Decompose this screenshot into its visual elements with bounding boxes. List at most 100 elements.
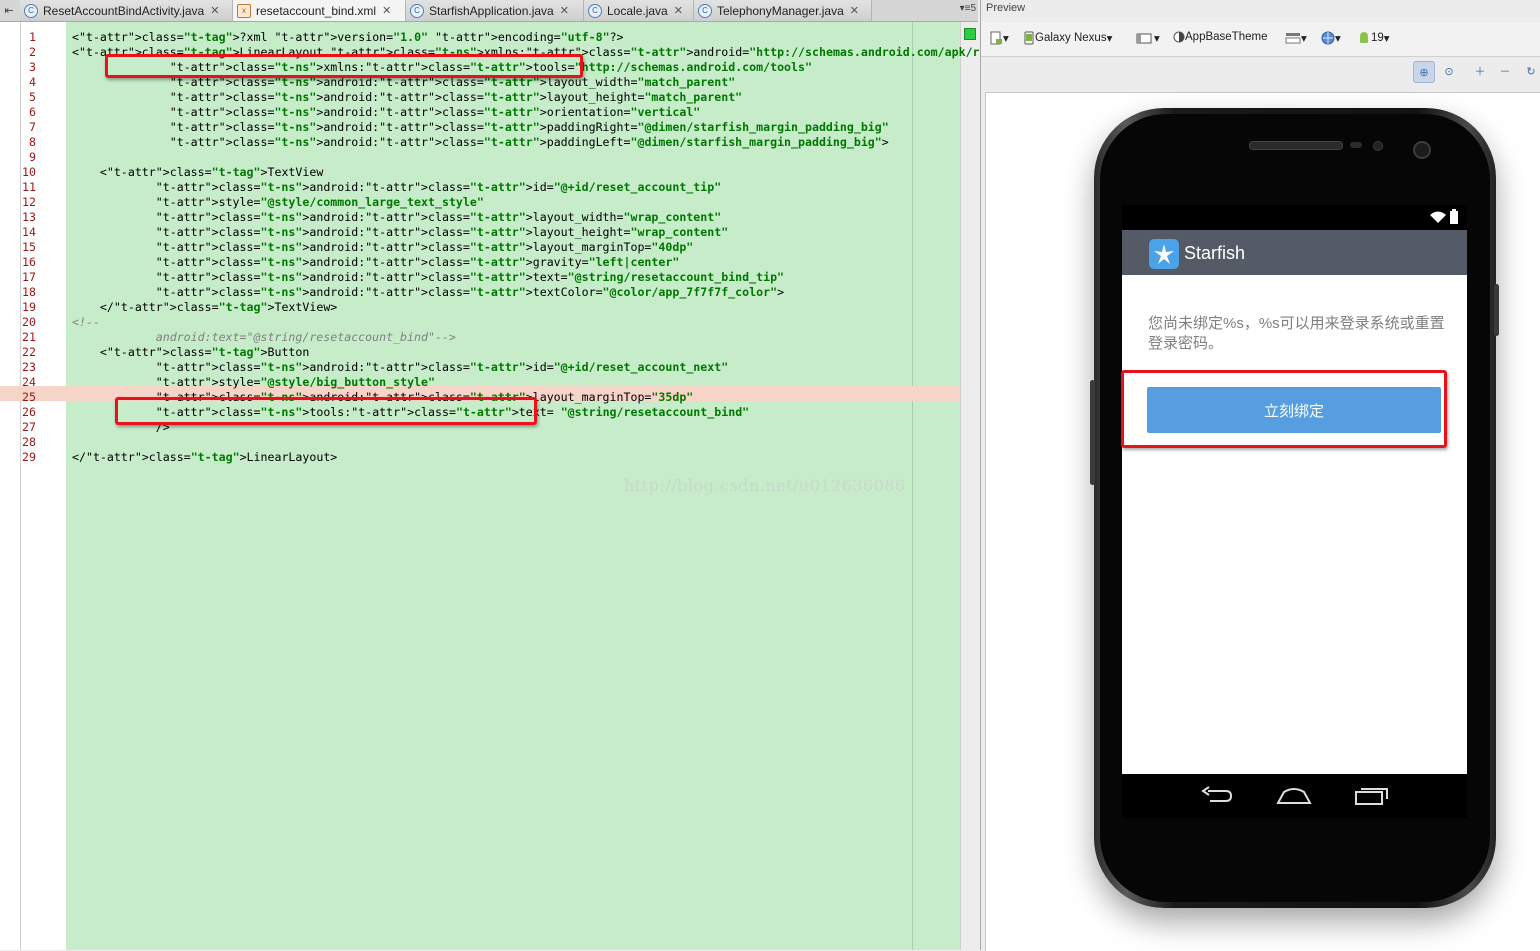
theme-icon [1173, 31, 1185, 43]
tab-telephony-manager[interactable]: C TelephonyManager.java ✕ [694, 0, 872, 21]
close-tab-icon[interactable]: ✕ [382, 4, 391, 17]
line-number: 18 [22, 285, 36, 299]
front-camera [1413, 141, 1431, 159]
tab-starfish-application[interactable]: C StarfishApplication.java ✕ [406, 0, 584, 21]
tab-scroll-left-icon[interactable]: ⇤ [0, 0, 18, 21]
code-line: "t-attr">class="t-ns">android:"t-attr">c… [169, 135, 889, 149]
refresh-icon[interactable]: ↻ [1521, 61, 1540, 81]
xml-code-editor[interactable]: 1 <"t-attr">class="t-tag">?xml "t-attr">v… [0, 22, 1056, 950]
close-tab-icon[interactable]: ✕ [850, 4, 859, 17]
code-line: "t-attr">class="t-ns">android:"t-attr">c… [155, 225, 729, 239]
earpiece-speaker [1249, 141, 1343, 150]
tab-overflow-menu[interactable]: ▾≡5 [960, 3, 976, 14]
close-tab-icon[interactable]: ✕ [560, 4, 569, 17]
line-number: 25 [22, 390, 36, 404]
watermark-text: http://blog.csdn.net/u012636086 [624, 476, 906, 495]
line-number: 7 [29, 120, 36, 134]
app-title: Starfish [1184, 243, 1246, 263]
code-line: <"t-attr">class="t-tag">Button [72, 345, 310, 359]
api-level-selector[interactable]: 19 ▾ [1357, 31, 1390, 45]
tab-reset-account-bind-activity[interactable]: C ResetAccountBindActivity.java ✕ [20, 0, 233, 21]
line-number: 2 [29, 45, 36, 59]
layout-icon [1285, 33, 1301, 44]
code-line: android:text="@string/resetaccount_bind"… [72, 330, 456, 344]
locale-selector[interactable]: ▾ [1321, 31, 1341, 45]
code-line: "t-attr">class="t-ns">android:"t-attr">c… [155, 270, 785, 284]
code-line: <!-- [72, 315, 100, 329]
theme-name: AppBaseTheme [1185, 31, 1268, 43]
zoom-actual-size-icon[interactable]: ⊙ [1439, 61, 1459, 81]
line-number: 3 [29, 60, 36, 74]
render-options-button[interactable]: ▾ [989, 31, 1009, 45]
inspection-ok-icon [964, 28, 976, 40]
theme-selector[interactable]: AppBaseTheme [1173, 31, 1267, 43]
document-icon [990, 31, 1002, 45]
tab-resetaccount-bind-xml[interactable]: x resetaccount_bind.xml ✕ [233, 0, 406, 21]
activity-selector[interactable]: ▾ [1285, 31, 1307, 45]
tab-label: resetaccount_bind.xml [256, 3, 377, 18]
line-number: 22 [22, 345, 36, 359]
code-line: </"t-attr">class="t-tag">TextView> [72, 300, 338, 314]
tab-label: TelephonyManager.java [717, 3, 844, 18]
tab-locale[interactable]: C Locale.java ✕ [584, 0, 694, 21]
device-screen: Starfish 您尚未绑定%s，%s可以用来登录系统或重置登录密码。 立刻绑定 [1122, 205, 1467, 774]
close-tab-icon[interactable]: ✕ [210, 4, 219, 17]
code-line: "t-attr">style="@style/big_button_style" [155, 375, 435, 389]
navigation-bar [1122, 774, 1467, 818]
error-stripe [960, 22, 979, 950]
code-line: "t-attr">class="t-ns">android:"t-attr">c… [169, 105, 701, 119]
line-number: 19 [22, 300, 36, 314]
line-number: 26 [22, 405, 36, 419]
status-bar [1122, 205, 1467, 230]
right-margin-guide [912, 22, 913, 950]
globe-icon [1321, 31, 1335, 45]
code-line: "t-attr">class="t-ns">android:"t-attr">c… [155, 255, 680, 269]
volume-button [1090, 380, 1095, 485]
device-selector[interactable]: Galaxy Nexus ▾ [1023, 31, 1112, 45]
tab-label: StarfishApplication.java [429, 3, 554, 18]
line-number: 14 [22, 225, 36, 239]
line-number: 21 [22, 330, 36, 344]
line-number: 16 [22, 255, 36, 269]
orientation-icon [1136, 33, 1152, 44]
close-tab-icon[interactable]: ✕ [674, 4, 683, 17]
preview-toolbar: ▾ Galaxy Nexus ▾ ▾ AppBaseTheme ▾ ▾ 19 ▾ [981, 22, 1540, 57]
orientation-selector[interactable]: ▾ [1136, 31, 1160, 45]
line-number: 27 [22, 420, 36, 434]
line-number: 10 [22, 165, 36, 179]
editor-tab-bar: ⇤ C ResetAccountBindActivity.java ✕ x re… [0, 0, 978, 22]
line-number: 23 [22, 360, 36, 374]
code-line: "t-attr">class="t-ns">android:"t-attr">c… [155, 360, 729, 374]
code-line: "t-attr">class="t-ns">android:"t-attr">c… [169, 90, 743, 104]
action-bar: Starfish [1122, 230, 1467, 275]
highlight-box-tools-text [115, 397, 537, 425]
line-number: 12 [22, 195, 36, 209]
line-number: 28 [22, 435, 36, 449]
code-line: "t-attr">style="@style/common_large_text… [155, 195, 484, 209]
java-class-icon: C [588, 3, 602, 18]
line-number: 17 [22, 270, 36, 284]
java-class-icon: C [24, 3, 38, 18]
light-sensor [1373, 141, 1383, 151]
line-number: 6 [29, 105, 36, 119]
line-number: 4 [29, 75, 36, 89]
zoom-to-fit-icon[interactable]: ⊕ [1413, 61, 1435, 83]
zoom-in-icon[interactable]: ＋ [1470, 61, 1490, 81]
back-icon[interactable] [1200, 784, 1234, 808]
android-icon [1360, 32, 1368, 43]
recent-apps-icon[interactable] [1354, 784, 1390, 808]
home-icon[interactable] [1276, 784, 1312, 808]
line-number: 29 [22, 450, 36, 464]
code-line: "t-attr">class="t-ns">android:"t-attr">c… [155, 240, 694, 254]
device-name: Galaxy Nexus [1035, 32, 1107, 44]
line-number: 24 [22, 375, 36, 389]
preview-title: Preview [986, 2, 1026, 14]
tab-overflow-count: 5 [970, 3, 976, 14]
line-number: 8 [29, 135, 36, 149]
zoom-out-icon[interactable]: － [1495, 61, 1515, 81]
zoom-toolbar: ⊕ ⊙ ＋ － ↻ [981, 57, 1540, 89]
proximity-sensor [1350, 142, 1362, 148]
java-class-icon: C [698, 3, 712, 18]
line-number: 20 [22, 315, 36, 329]
line-number: 1 [29, 30, 36, 44]
